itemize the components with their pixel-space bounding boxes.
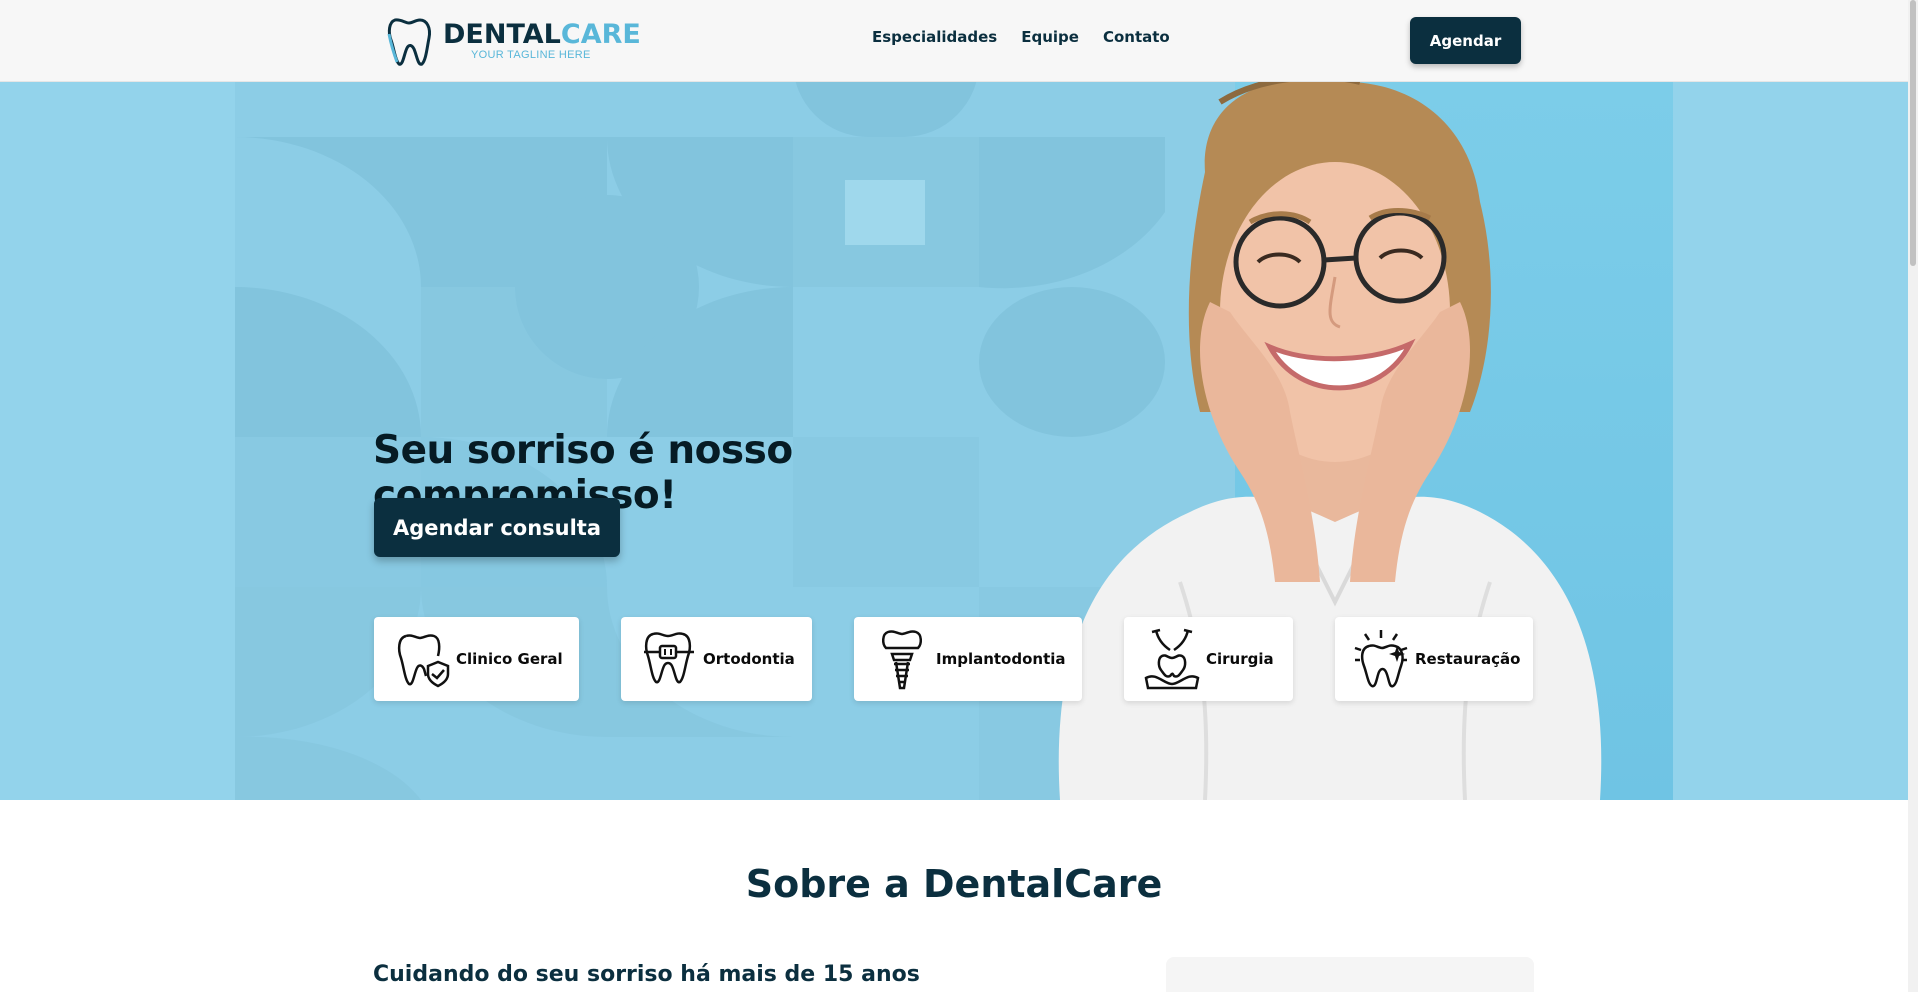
tooth-shield-icon [397,634,450,688]
tooth-braces-icon [644,632,694,684]
hero-section: Seu sorriso é nosso compromisso! Agendar… [0,82,1908,800]
specialty-label: Cirurgia [1206,650,1274,668]
specialty-card-cirurgia[interactable]: Cirurgia [1124,617,1293,701]
schedule-button[interactable]: Agendar [1410,17,1521,64]
sparkling-tooth-icon [1354,630,1408,688]
site-header: DENTALCARE YOUR TAGLINE HERE Especialida… [0,0,1908,82]
logo-tagline: YOUR TAGLINE HERE [471,48,591,61]
logo-name: DENTALCARE [443,18,641,50]
specialty-label: Ortodontia [703,650,795,668]
tooth-logo-icon [387,18,431,66]
main-nav: Especialidades Equipe Contato [872,28,1170,46]
dental-implant-icon [882,630,922,690]
page-scrollbar[interactable] [1908,0,1918,992]
specialty-label: Restauração [1415,650,1521,668]
nav-link-contato[interactable]: Contato [1103,28,1170,46]
book-appointment-button[interactable]: Agendar consulta [374,498,620,557]
logo[interactable]: DENTALCARE YOUR TAGLINE HERE [385,14,641,68]
about-subtitle: Cuidando do seu sorriso há mais de 15 an… [373,962,920,987]
tooth-extraction-icon [1144,628,1200,690]
nav-link-equipe[interactable]: Equipe [1021,28,1079,46]
about-media-card [1166,957,1534,992]
nav-link-especialidades[interactable]: Especialidades [872,28,997,46]
specialty-card-implantodontia[interactable]: Implantodontia [854,617,1082,701]
scrollbar-thumb[interactable] [1910,0,1916,266]
about-title: Sobre a DentalCare [745,862,1163,906]
specialty-card-ortodontia[interactable]: Ortodontia [621,617,812,701]
specialty-label: Implantodontia [936,650,1066,668]
specialty-card-clinico-geral[interactable]: Clinico Geral [374,617,579,701]
specialty-card-restauracao[interactable]: Restauração [1335,617,1533,701]
specialty-label: Clinico Geral [456,650,563,668]
